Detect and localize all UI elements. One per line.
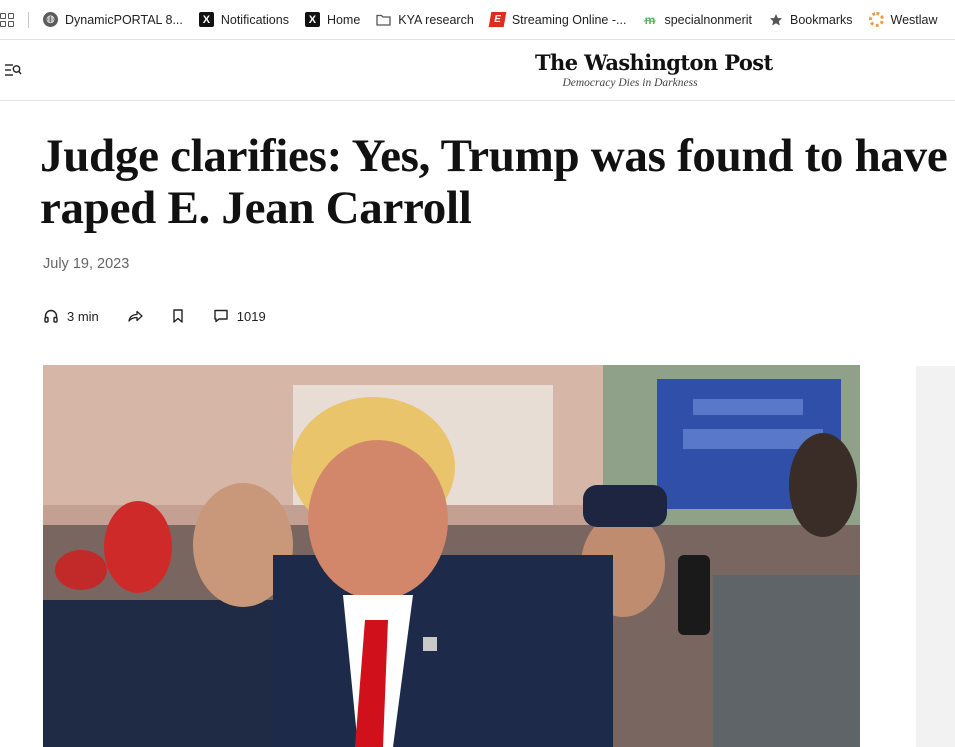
save-bookmark-button[interactable] [171, 308, 185, 324]
bookmark-label: Bookmarks [790, 12, 853, 27]
comments-button[interactable]: 1019 [213, 308, 266, 324]
comment-count: 1019 [236, 308, 266, 324]
bookmark-label: specialnonmerit [664, 12, 752, 27]
x-logo-icon: X [198, 12, 214, 27]
right-rail-panel [916, 366, 955, 747]
x-logo-icon: X [304, 12, 320, 27]
masthead-logo[interactable]: The Washington Post Democracy Dies in Da… [535, 50, 773, 89]
bookmark-label: DynamicPORTAL 8... [65, 12, 183, 27]
specialnonmerit-icon: ᵯ [644, 12, 656, 27]
article-headline: Judge clarifies: Yes, Trump was found to… [40, 130, 948, 234]
westlaw-icon [868, 12, 884, 27]
bookmark-specialnonmerit[interactable]: ᵯ specialnonmerit [642, 12, 752, 27]
bookmark-kya-research[interactable]: KYA research [376, 12, 474, 27]
bookmark-label: Notifications [220, 12, 289, 27]
article-actions: 3 min 1019 [43, 305, 266, 327]
article-date: July 19, 2023 [43, 256, 130, 272]
bookmark-dynamicportal[interactable]: ◍ DynamicPORTAL 8... [43, 12, 183, 27]
share-button[interactable] [127, 308, 143, 324]
bookmark-home[interactable]: X Home [304, 12, 361, 27]
menu-search-icon [5, 64, 22, 76]
masthead-tagline: Democracy Dies in Darkness [562, 77, 698, 89]
bookmark-label: Home [326, 12, 361, 27]
bookmark-streaming-online[interactable]: E Streaming Online -... [488, 12, 627, 27]
bookmark-label: KYA research [398, 12, 474, 27]
bookmark-label: Streaming Online -... [511, 12, 627, 27]
folder-icon [376, 12, 391, 27]
star-icon [768, 12, 783, 27]
bookmarks-divider [28, 11, 29, 28]
site-header: The Washington Post Democracy Dies in Da… [0, 40, 955, 101]
bookmark-westlaw[interactable]: Westlaw [868, 12, 938, 27]
listen-button[interactable]: 3 min [43, 308, 99, 324]
espn-icon: E [488, 12, 507, 27]
headphones-icon [44, 309, 58, 323]
lead-photo-illustration [43, 365, 860, 747]
apps-grid-icon[interactable] [0, 12, 14, 27]
bookmark-label: Westlaw [890, 12, 938, 27]
share-icon [128, 310, 143, 322]
menu-search-button[interactable] [4, 62, 22, 78]
article-lead-photo [43, 365, 860, 747]
comment-icon [214, 309, 228, 323]
globe-icon: ◍ [43, 12, 58, 27]
masthead-title: The Washington Post [535, 50, 773, 75]
bookmark-icon [173, 309, 183, 323]
bookmark-bookmarks[interactable]: Bookmarks [768, 12, 853, 27]
listen-duration: 3 min [67, 308, 99, 324]
bookmark-notifications[interactable]: X Notifications [198, 12, 289, 27]
bookmarks-bar: ◍ DynamicPORTAL 8... X Notifications X H… [0, 0, 955, 40]
